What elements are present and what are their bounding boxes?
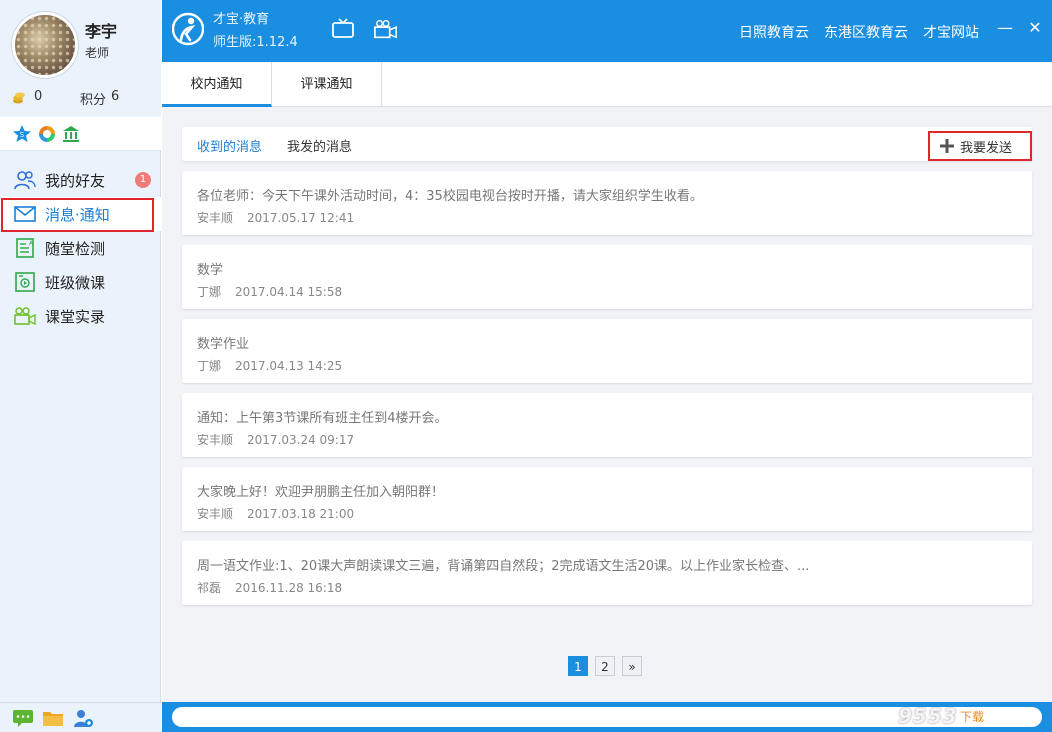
list-item[interactable]: 数学 丁娜 2017.04.14 15:58 [182,245,1032,309]
app-logo [172,12,204,46]
list-item[interactable]: 大家晚上好！欢迎尹朋鹏主任加入朝阳群！ 安丰顺 2017.03.18 21:00 [182,467,1032,531]
sidebar-item-record[interactable]: 课堂实录 [0,299,161,333]
user-stats: 0 积分 6 [12,89,152,108]
message-author: 丁娜 [197,285,222,299]
points-value: 6 [111,89,120,104]
points-label: 积分 [80,93,107,108]
avatar[interactable] [12,12,78,78]
message-author: 安丰顺 [197,433,234,447]
pinwheel-icon[interactable] [37,124,57,144]
pagination: 1 2 » [568,656,642,678]
message-title: 周一语文作业:1、20课大声朗读课文三遍，背诵第四自然段；2完成语文生活20课。… [197,559,810,574]
tab-school-notice[interactable]: 校内通知 [162,62,272,107]
message-date: 2017.04.14 15:58 [235,285,343,299]
message-meta: 安丰顺 2017.03.18 21:00 [197,505,354,522]
message-title: 各位老师：今天下午课外活动时间，4：35校园电视台按时开播，请大家组织学生收看。 [197,189,703,204]
user-role: 老师 [85,46,110,60]
list-item[interactable]: 通知：上午第3节课所有班主任到4楼开会。 安丰顺 2017.03.24 09:17 [182,393,1032,457]
sidebar-nav: 我的好友 1 消息·通知 A 随堂检测 班级微课 课堂实录 [0,163,161,333]
status-footer: 9553 下载 [162,702,1052,732]
message-author: 丁娜 [197,359,222,373]
message-area: 收到的消息 我发的消息 我要发送 各位老师：今天下午课外活动时间，4：35校园电… [162,107,1052,702]
message-meta: 安丰顺 2017.03.24 09:17 [197,431,354,448]
app-bar: S [0,117,161,151]
unread-badge: 1 [135,172,151,188]
message-title: 大家晚上好！欢迎尹朋鹏主任加入朝阳群！ [197,485,445,500]
sidebar-item-label: 课堂实录 [45,307,106,326]
message-date: 2017.03.24 09:17 [247,433,355,447]
message-meta: 祁磊 2016.11.28 16:18 [197,579,342,596]
message-filter-bar: 收到的消息 我发的消息 我要发送 [182,127,1032,161]
sidebar-item-friends[interactable]: 我的好友 1 [0,163,161,197]
quiz-doc-icon: A [14,237,36,259]
tv-icon[interactable] [331,18,355,40]
sidebar-item-messages[interactable]: 消息·通知 [0,197,161,232]
page-2-button[interactable]: 2 [595,656,615,676]
close-button[interactable]: ✕ [1025,18,1045,38]
notice-tabs: 校内通知 评课通知 [162,62,1052,107]
camera-icon [14,305,36,327]
filter-received[interactable]: 收到的消息 [197,136,262,155]
app-version: 师生版:1.12.4 [213,35,298,50]
next-page-button[interactable]: » [622,656,642,676]
message-title: 通知：上午第3节课所有班主任到4楼开会。 [197,411,448,426]
message-author: 祁磊 [197,581,222,595]
video-camera-icon[interactable] [374,18,398,40]
add-user-icon[interactable] [72,707,94,729]
sidebar: 李宇 老师 0 积分 6 S 我的好友 1 消息·通知 A 随堂检测 班级微课 … [0,0,161,732]
watermark-sub: 下载 [960,710,985,724]
friends-icon [14,169,36,191]
message-meta: 丁娜 2017.04.13 14:25 [197,357,342,374]
message-title: 数学 [197,263,224,278]
star-s-icon[interactable]: S [12,124,32,144]
svg-text:S: S [20,131,25,139]
highlight-box [1,198,154,232]
link-rizhao-edu-cloud[interactable]: 日照教育云 [739,22,809,42]
sidebar-item-label: 班级微课 [45,273,106,292]
message-meta: 安丰顺 2017.05.17 12:41 [197,209,354,226]
sidebar-item-microlesson[interactable]: 班级微课 [0,265,161,299]
coin-icon [13,92,25,104]
sidebar-item-quiz[interactable]: A 随堂检测 [0,231,161,265]
message-title: 数学作业 [197,337,250,352]
chat-icon[interactable] [12,707,34,729]
list-item[interactable]: 数学作业 丁娜 2017.04.13 14:25 [182,319,1032,383]
link-caibao-site[interactable]: 才宝网站 [923,22,979,42]
list-item[interactable]: 周一语文作业:1、20课大声朗读课文三遍，背诵第四自然段；2完成语文生活20课。… [182,541,1032,605]
video-lesson-icon [14,271,36,293]
message-author: 安丰顺 [197,507,234,521]
message-meta: 丁娜 2017.04.14 15:58 [197,283,342,300]
tab-review-notice[interactable]: 评课通知 [272,62,382,107]
page-1-button[interactable]: 1 [568,656,588,676]
folder-icon[interactable] [42,707,64,729]
message-date: 2017.05.17 12:41 [247,211,355,225]
sidebar-item-label: 我的好友 [45,171,106,190]
sidebar-item-label: 随堂检测 [45,239,106,258]
museum-icon[interactable] [61,124,81,144]
message-date: 2016.11.28 16:18 [235,581,343,595]
list-item[interactable]: 各位老师：今天下午课外活动时间，4：35校园电视台按时开播，请大家组织学生收看。… [182,171,1032,235]
send-button-label: 我要发送 [960,140,1013,156]
header-links: 日照教育云 东港区教育云 才宝网站 [739,22,979,42]
app-header: 才宝·教育 师生版:1.12.4 日照教育云 东港区教育云 才宝网站 — ✕ [162,0,1052,62]
message-date: 2017.03.18 21:00 [247,507,355,521]
coin-count: 0 [34,89,43,104]
send-message-button[interactable]: 我要发送 [928,131,1032,161]
sidebar-bottom-tools [0,702,161,732]
plus-icon [940,139,954,153]
brand-name: 才宝·教育 [213,12,270,27]
profile-panel: 李宇 老师 0 积分 6 [0,0,161,117]
user-name: 李宇 [85,22,118,41]
link-donggang-edu-cloud[interactable]: 东港区教育云 [824,22,908,42]
message-author: 安丰顺 [197,211,234,225]
filter-sent[interactable]: 我发的消息 [287,136,352,155]
minimize-button[interactable]: — [995,18,1015,38]
message-date: 2017.04.13 14:25 [235,359,343,373]
watermark-logo: 9553 [898,704,958,728]
